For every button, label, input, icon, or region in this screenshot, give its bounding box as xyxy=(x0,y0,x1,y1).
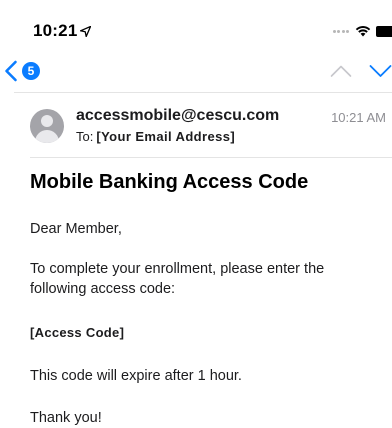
unread-count-badge: 5 xyxy=(22,62,40,80)
chevron-down-icon[interactable] xyxy=(369,64,392,78)
status-indicators xyxy=(331,24,392,38)
sender-avatar xyxy=(30,109,64,143)
avatar-head xyxy=(41,115,53,127)
sender-address[interactable]: accessmobile@cescu.com xyxy=(76,107,279,125)
instructions-text: To complete your enrollment, please ente… xyxy=(30,261,325,297)
avatar-body xyxy=(35,130,59,143)
recipient-line: To: [Your Email Address] xyxy=(76,129,235,144)
received-time: 10:21 AM xyxy=(331,110,386,125)
location-arrow-icon xyxy=(80,25,92,37)
recipient-prefix: To: xyxy=(76,129,94,144)
header-divider xyxy=(30,157,392,158)
closing-text: Thank you! xyxy=(30,410,102,426)
email-subject: Mobile Banking Access Code xyxy=(30,171,309,193)
wifi-icon xyxy=(355,26,371,37)
signal-dots-icon xyxy=(331,29,349,33)
status-time: 10:21 xyxy=(33,21,78,40)
expiry-text: This code will expire after 1 hour. xyxy=(30,368,242,384)
nav-divider xyxy=(14,92,392,93)
access-code-text: [Access Code] xyxy=(30,325,125,340)
status-time-group: 10:21 xyxy=(33,20,92,42)
chevron-up-icon[interactable] xyxy=(330,64,352,78)
back-button[interactable]: 5 xyxy=(4,60,40,82)
status-bar: 10:21 xyxy=(0,0,392,52)
nav-bar: 5 xyxy=(0,52,392,90)
recipient-address[interactable]: [Your Email Address] xyxy=(96,129,235,144)
battery-icon xyxy=(376,25,392,37)
chevron-left-icon xyxy=(5,60,17,82)
greeting-text: Dear Member, xyxy=(30,221,122,237)
